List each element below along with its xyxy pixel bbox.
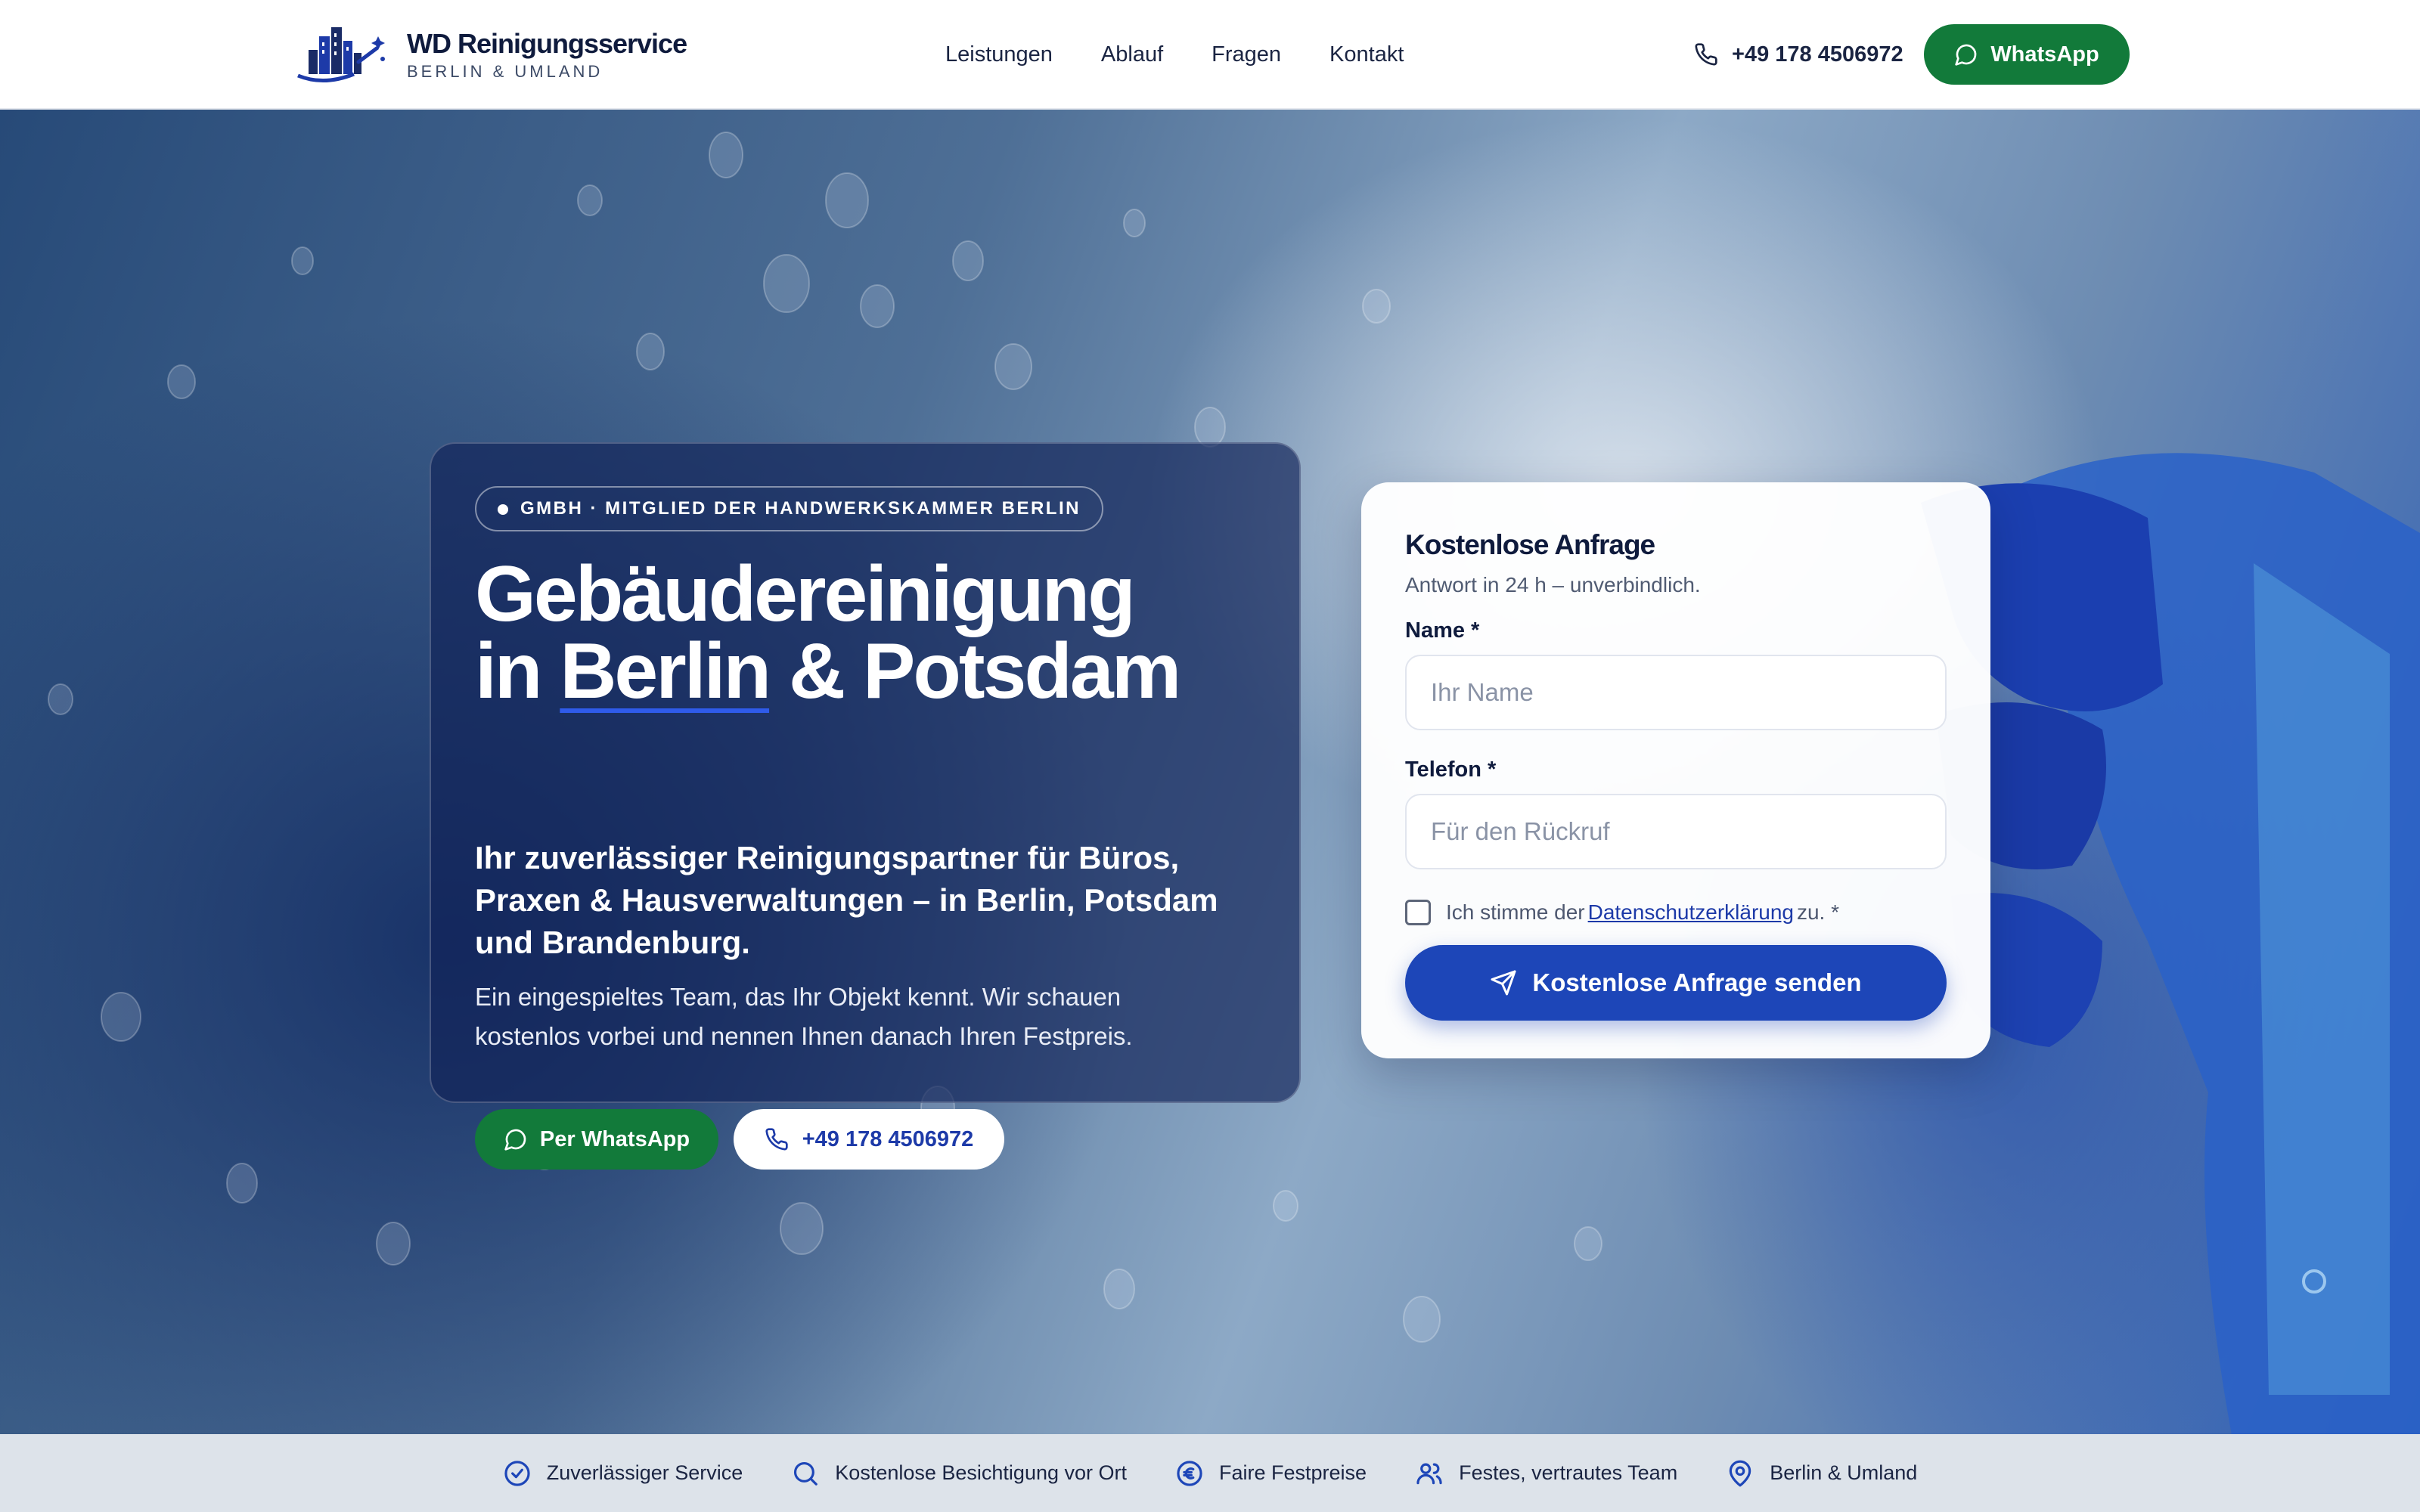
submit-button[interactable]: Kostenlose Anfrage senden [1405, 945, 1947, 1021]
header-whatsapp-label: WhatsApp [1990, 42, 2099, 67]
check-badge-icon [504, 1460, 530, 1486]
consent-checkbox[interactable] [1405, 900, 1431, 925]
users-icon [1416, 1463, 1442, 1484]
badge-text: GMBH · MITGLIED DER HANDWERKSKAMMER BERL… [520, 498, 1081, 519]
trust-item: Festes, vertrautes Team [1415, 1459, 1677, 1488]
trust-item: Faire Festpreise [1175, 1459, 1367, 1488]
header-phone-link[interactable]: +49 178 4506972 [1694, 38, 1903, 71]
hero-title-in: in [475, 627, 542, 715]
header-whatsapp-button[interactable]: WhatsApp [1924, 24, 2130, 85]
hero-body: Ein eingespieltes Team, das Ihr Objekt k… [475, 983, 1133, 1050]
privacy-policy-link[interactable]: Datenschutzerklärung [1588, 900, 1794, 925]
form-title: Kostenlose Anfrage [1405, 529, 1655, 560]
phone-input[interactable] [1405, 794, 1947, 869]
nav-kontakt[interactable]: Kontakt [1329, 38, 1404, 71]
badge-dot-icon [498, 504, 508, 515]
brand-tagline: BERLIN & UMLAND [407, 62, 603, 81]
name-input[interactable] [1405, 655, 1947, 730]
euro-icon [1177, 1460, 1202, 1486]
trust-bar: Zuverlässiger Service Kostenlose Besicht… [0, 1434, 2420, 1512]
nav-leistungen[interactable]: Leistungen [945, 38, 1053, 71]
trust-item: Zuverlässiger Service [503, 1459, 743, 1488]
hero-whatsapp-label: Per WhatsApp [539, 1126, 690, 1151]
brand-logo-icon [297, 27, 385, 83]
form-subtitle: Antwort in 24 h – unverbindlich. [1405, 573, 1701, 596]
hero-whatsapp-button[interactable]: Per WhatsApp [475, 1109, 718, 1170]
send-icon [1491, 970, 1516, 996]
consent-text: Ich stimme der [1446, 900, 1585, 924]
trust-label: Berlin & Umland [1770, 1461, 1918, 1484]
hero-section: GMBH · MITGLIED DER HANDWERKSKAMMER BERL… [0, 110, 2420, 1434]
header-phone-number: +49 178 4506972 [1732, 42, 1903, 67]
trust-label: Kostenlose Besichtigung vor Ort [835, 1461, 1127, 1484]
hero-title-city: Berlin [560, 627, 771, 715]
consent-row: Ich stimme der Datenschutzerklärung zu. … [1405, 900, 1839, 925]
membership-badge: GMBH · MITGLIED DER HANDWERKSKAMMER BERL… [475, 486, 1103, 531]
trust-item: Berlin & Umland [1726, 1459, 1917, 1488]
map-pin-icon [1729, 1460, 1751, 1486]
consent-suffix: zu. * [1796, 900, 1840, 924]
phone-label: Telefon * [1405, 758, 1497, 782]
nav-fragen[interactable]: Fragen [1212, 38, 1281, 71]
hero-phone-label: +49 178 4506972 [802, 1126, 974, 1151]
name-label: Name * [1405, 618, 1480, 643]
hero-phone-button[interactable]: +49 178 4506972 [734, 1109, 1004, 1170]
hero-lead: Ihr zuverlässiger Reinigungspartner für … [475, 840, 1218, 960]
trust-label: Festes, vertrautes Team [1459, 1461, 1678, 1484]
phone-icon [1695, 43, 1717, 66]
brand[interactable]: WD Reinigungsservice BERLIN & UMLAND [293, 23, 687, 86]
trust-label: Faire Festpreise [1219, 1461, 1367, 1484]
brand-name: WD Reinigungsservice [407, 28, 687, 59]
hero-content-card: GMBH · MITGLIED DER HANDWERKSKAMMER BERL… [430, 442, 1301, 1170]
hero-title: Gebäudereinigung in Berlin & Potsdam [475, 555, 1277, 711]
nav-ablauf[interactable]: Ablauf [1101, 38, 1163, 71]
phone-icon [765, 1128, 788, 1151]
search-icon [794, 1461, 818, 1486]
inquiry-form: Kostenlose Anfrage Antwort in 24 h – unv… [1361, 482, 1990, 1058]
whatsapp-icon [504, 1129, 526, 1151]
glove-spray-bottle-image [1921, 453, 2420, 1434]
hero-title-rest: & Potsdam [788, 627, 1181, 715]
trust-label: Zuverlässiger Service [546, 1461, 743, 1484]
trust-item: Kostenlose Besichtigung vor Ort [791, 1459, 1127, 1488]
main-nav: Leistungen Ablauf Fragen Kontakt [945, 38, 1452, 71]
whatsapp-icon [1955, 44, 1977, 66]
site-header: WD Reinigungsservice BERLIN & UMLAND Lei… [0, 0, 2420, 110]
hero-title-line1: Gebäudereinigung [475, 550, 1136, 638]
submit-label: Kostenlose Anfrage senden [1532, 968, 1862, 996]
